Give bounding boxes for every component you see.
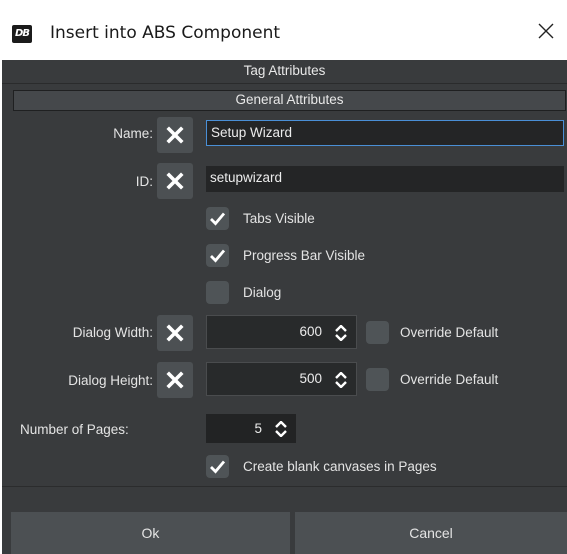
number-of-pages-spinbox[interactable]: 5 bbox=[206, 414, 296, 443]
progress-bar-visible-label: Progress Bar Visible bbox=[243, 248, 366, 263]
x-icon bbox=[166, 126, 184, 144]
dialog-height-override-label: Override Default bbox=[400, 372, 499, 387]
number-of-pages-label: Number of Pages: bbox=[20, 422, 129, 437]
create-blank-canvases-label: Create blank canvases in Pages bbox=[243, 459, 437, 474]
dialog-width-label: Dialog Width: bbox=[72, 325, 153, 340]
tabs-visible-checkbox[interactable] bbox=[206, 207, 229, 230]
db-logo-icon: DB bbox=[12, 25, 32, 43]
dialog-height-override-checkbox[interactable] bbox=[366, 368, 389, 391]
spin-arrows-icon[interactable] bbox=[335, 325, 347, 341]
spin-arrows-icon[interactable] bbox=[275, 421, 287, 437]
dialog-width-override-checkbox[interactable] bbox=[366, 321, 389, 344]
dialog-label: Dialog bbox=[243, 285, 282, 300]
dialog-width-value: 600 bbox=[299, 324, 322, 339]
tag-attributes-header: Tag Attributes bbox=[2, 60, 567, 84]
dialog-height-label: Dialog Height: bbox=[68, 373, 153, 388]
dialog-body: Tag Attributes General Attributes Name: … bbox=[2, 60, 567, 554]
clear-id-button[interactable] bbox=[157, 163, 193, 199]
id-input[interactable]: setupwizard bbox=[206, 166, 564, 192]
id-label: ID: bbox=[135, 174, 153, 189]
dialog-height-spinbox[interactable]: 500 bbox=[206, 362, 357, 396]
general-attributes-header[interactable]: General Attributes bbox=[13, 90, 566, 111]
title-bar: DB Insert into ABS Component bbox=[0, 0, 567, 60]
clear-name-button[interactable] bbox=[157, 117, 193, 153]
number-of-pages-value: 5 bbox=[254, 421, 262, 436]
x-icon bbox=[166, 371, 184, 389]
checkmark-icon bbox=[210, 249, 226, 263]
progress-bar-visible-checkbox[interactable] bbox=[206, 244, 229, 267]
name-label: Name: bbox=[113, 126, 153, 141]
checkmark-icon bbox=[210, 212, 226, 226]
tabs-visible-label: Tabs Visible bbox=[243, 211, 315, 226]
dialog-height-value: 500 bbox=[299, 371, 322, 386]
clear-dialog-width-button[interactable] bbox=[157, 315, 193, 351]
create-blank-canvases-checkbox[interactable] bbox=[206, 455, 229, 478]
window-title: Insert into ABS Component bbox=[50, 23, 281, 43]
cancel-button[interactable]: Cancel bbox=[295, 512, 567, 554]
checkmark-icon bbox=[210, 460, 226, 474]
dialog-width-spinbox[interactable]: 600 bbox=[206, 315, 357, 349]
close-icon[interactable] bbox=[536, 21, 556, 41]
clear-dialog-height-button[interactable] bbox=[157, 362, 193, 398]
dialog-width-override-label: Override Default bbox=[400, 325, 499, 340]
x-icon bbox=[166, 324, 184, 342]
dialog-checkbox[interactable] bbox=[206, 281, 229, 304]
ok-button[interactable]: Ok bbox=[11, 512, 290, 554]
name-input[interactable]: Setup Wizard bbox=[206, 120, 564, 146]
x-icon bbox=[166, 172, 184, 190]
spin-arrows-icon[interactable] bbox=[335, 372, 347, 388]
divider bbox=[2, 486, 567, 487]
